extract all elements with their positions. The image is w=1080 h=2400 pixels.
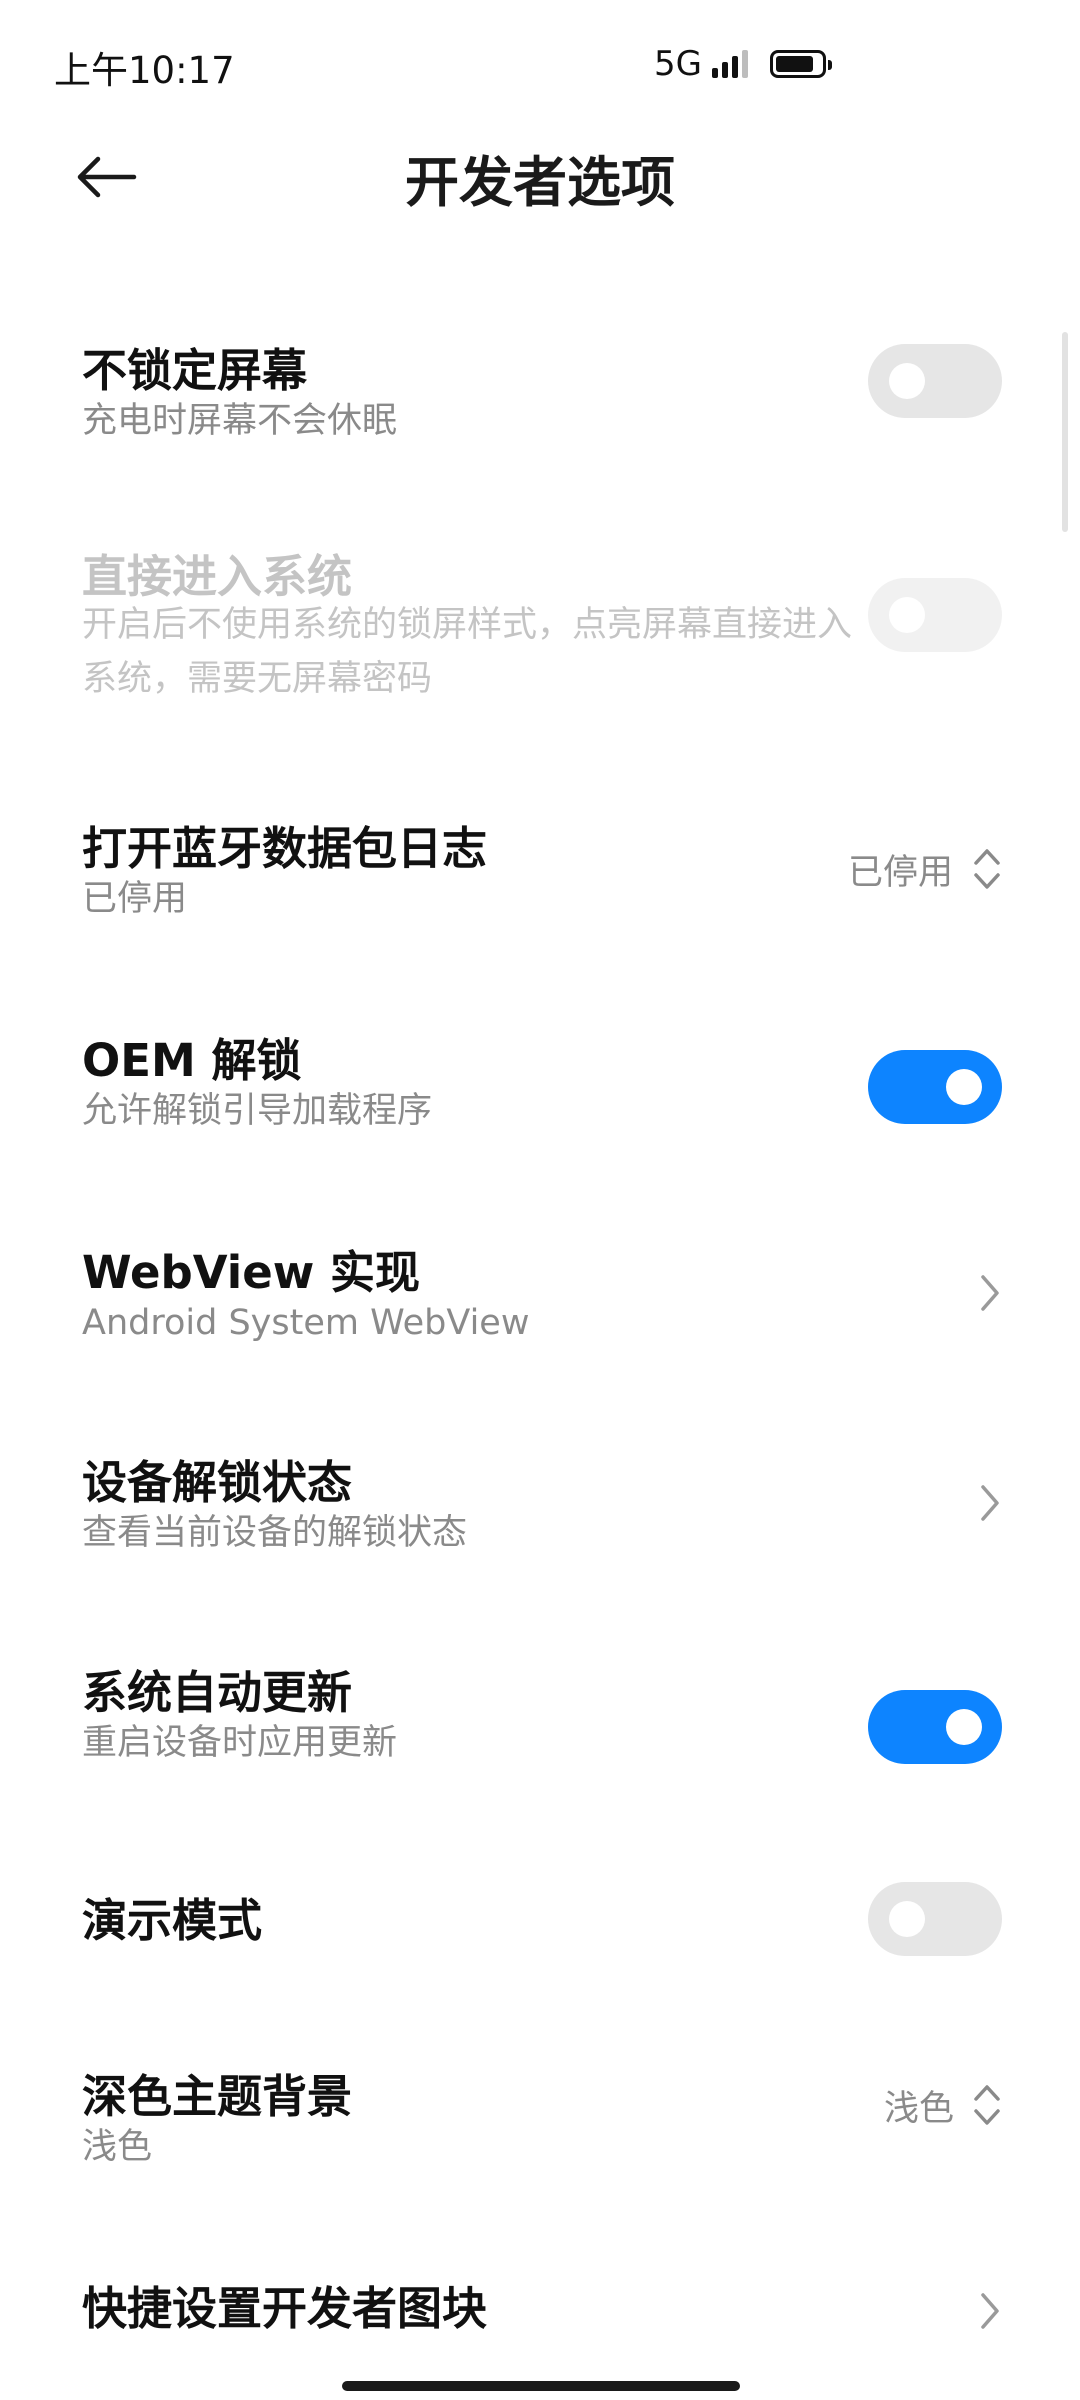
setting-subtitle: 已停用 bbox=[82, 879, 188, 919]
setting-title: 直接进入系统 bbox=[82, 550, 353, 603]
stay-awake-toggle[interactable] bbox=[868, 344, 1002, 418]
chevron-right-icon bbox=[981, 1485, 999, 1521]
battery-level-fill bbox=[775, 56, 813, 72]
app-bar: 开发者选项 bbox=[0, 120, 1080, 230]
setting-title: 系统自动更新 bbox=[82, 1666, 353, 1719]
toggle-knob bbox=[889, 1901, 925, 1937]
toggle-knob bbox=[889, 363, 925, 399]
oem-unlock-toggle[interactable] bbox=[868, 1050, 1002, 1124]
setting-subtitle: 查看当前设备的解锁状态 bbox=[82, 1513, 468, 1553]
demo-mode-toggle[interactable] bbox=[868, 1882, 1002, 1956]
status-icons: 5G bbox=[654, 42, 832, 86]
setting-row-bluetooth-hci-log[interactable]: 打开蓝牙数据包日志 已停用 已停用 bbox=[0, 800, 1080, 940]
setting-row-skip-lockscreen: 直接进入系统 开启后不使用系统的锁屏样式，点亮屏幕直接进入系统，需要无屏幕密码 bbox=[0, 530, 1080, 730]
network-type-label: 5G bbox=[654, 44, 702, 84]
bluetooth-log-value[interactable]: 已停用 bbox=[848, 844, 953, 895]
status-time: 上午10:17 bbox=[54, 49, 235, 92]
setting-subtitle: Android System WebView bbox=[82, 1303, 530, 1343]
setting-title: 深色主题背景 bbox=[82, 2070, 353, 2123]
setting-title: WebView 实现 bbox=[82, 1246, 420, 1299]
expand-updown-icon[interactable] bbox=[972, 846, 1002, 892]
setting-row-webview[interactable]: WebView 实现 Android System WebView bbox=[0, 1222, 1080, 1362]
dark-theme-value[interactable]: 浅色 bbox=[884, 2080, 954, 2131]
setting-title: 不锁定屏幕 bbox=[82, 344, 308, 397]
setting-title: OEM 解锁 bbox=[82, 1034, 302, 1087]
status-bar: 上午10:17 5G bbox=[0, 0, 1080, 120]
setting-subtitle: 重启设备时应用更新 bbox=[82, 1723, 398, 1763]
setting-subtitle: 浅色 bbox=[82, 2127, 153, 2167]
signal-bars-icon bbox=[711, 50, 748, 78]
chevron-right-icon bbox=[981, 1275, 999, 1311]
setting-row-auto-update[interactable]: 系统自动更新 重启设备时应用更新 bbox=[0, 1642, 1080, 1782]
expand-updown-icon[interactable] bbox=[972, 2082, 1002, 2128]
setting-subtitle: 允许解锁引导加载程序 bbox=[82, 1091, 433, 1131]
setting-title: 演示模式 bbox=[82, 1894, 263, 1947]
toggle-knob bbox=[889, 597, 925, 633]
setting-row-quick-settings-tiles[interactable]: 快捷设置开发者图块 bbox=[0, 2262, 1080, 2362]
setting-title: 打开蓝牙数据包日志 bbox=[82, 822, 488, 875]
setting-row-oem-unlock[interactable]: OEM 解锁 允许解锁引导加载程序 bbox=[0, 1012, 1080, 1152]
setting-subtitle: 开启后不使用系统的锁屏样式，点亮屏幕直接进入系统，需要无屏幕密码 bbox=[82, 605, 853, 699]
toggle-knob bbox=[946, 1709, 982, 1745]
setting-row-dark-theme[interactable]: 深色主题背景 浅色 浅色 bbox=[0, 2048, 1080, 2188]
setting-title: 设备解锁状态 bbox=[82, 1456, 353, 1509]
setting-subtitle: 充电时屏幕不会休眠 bbox=[82, 401, 398, 441]
battery-icon bbox=[769, 50, 832, 78]
setting-row-unlock-status[interactable]: 设备解锁状态 查看当前设备的解锁状态 bbox=[0, 1432, 1080, 1572]
auto-update-toggle[interactable] bbox=[868, 1690, 1002, 1764]
setting-row-demo-mode[interactable]: 演示模式 bbox=[0, 1870, 1080, 1970]
setting-row-stay-awake[interactable]: 不锁定屏幕 充电时屏幕不会休眠 bbox=[0, 320, 1080, 480]
skip-lockscreen-toggle bbox=[868, 578, 1002, 652]
setting-title: 快捷设置开发者图块 bbox=[82, 2282, 488, 2335]
home-indicator[interactable] bbox=[342, 2381, 740, 2391]
page-title: 开发者选项 bbox=[405, 151, 675, 214]
chevron-right-icon bbox=[981, 2293, 999, 2329]
toggle-knob bbox=[946, 1069, 982, 1105]
